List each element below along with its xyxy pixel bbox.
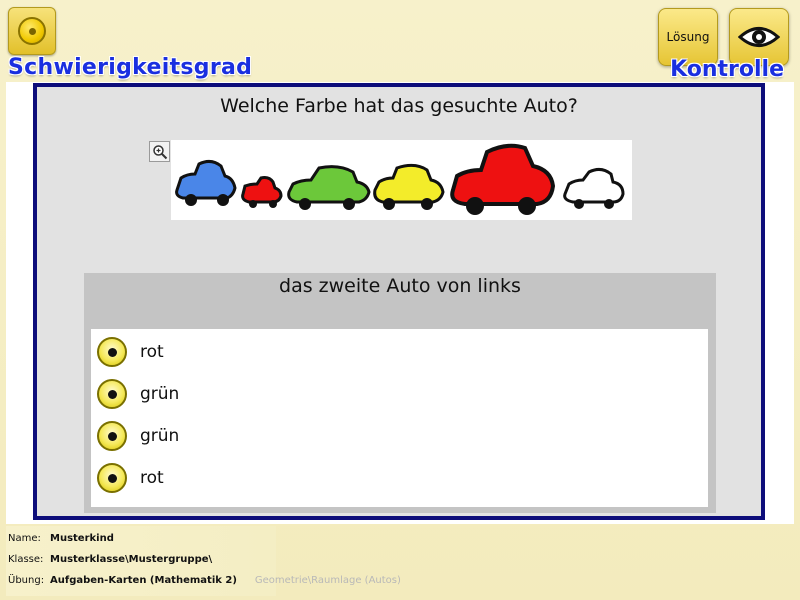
answer-panel: das zweite Auto von links rot grün grün … bbox=[84, 273, 716, 513]
eye-icon bbox=[738, 27, 780, 47]
cars-drawing bbox=[175, 143, 625, 215]
exercise-path: Geometrie\Raumlage (Autos) bbox=[254, 575, 401, 586]
class-label: Klasse: bbox=[8, 554, 44, 565]
car-white bbox=[563, 167, 625, 209]
exercise-value: Aufgaben-Karten (Mathematik 2) bbox=[50, 575, 237, 586]
class-value: Musterklasse\Mustergruppe\ bbox=[50, 554, 213, 565]
option-label: rot bbox=[140, 342, 164, 362]
name-value: Musterkind bbox=[50, 533, 114, 544]
radio-button-icon[interactable] bbox=[97, 463, 127, 493]
car-blue bbox=[175, 159, 237, 206]
cars-image bbox=[171, 140, 632, 220]
name-label: Name: bbox=[8, 533, 41, 544]
car-red-small bbox=[241, 176, 283, 208]
difficulty-button[interactable] bbox=[8, 7, 56, 55]
exercise-label: Übung: bbox=[8, 575, 45, 586]
radio-button-icon[interactable] bbox=[97, 421, 127, 451]
question-text: Welche Farbe hat das gesuchte Auto? bbox=[220, 95, 578, 117]
answer-prompt: das zweite Auto von links bbox=[279, 275, 521, 297]
car-red-large bbox=[450, 143, 556, 215]
option-2[interactable]: grün bbox=[97, 377, 697, 411]
option-label: rot bbox=[140, 468, 164, 488]
option-1[interactable]: rot bbox=[97, 335, 697, 369]
option-4[interactable]: rot bbox=[97, 461, 697, 495]
footer-exercise-row: Übung: Aufgaben-Karten (Mathematik 2) Ge… bbox=[8, 575, 401, 586]
exercise-card: Welche Farbe hat das gesuchte Auto? das … bbox=[33, 83, 765, 520]
footer-class-row: Klasse: Musterklasse\Mustergruppe\ bbox=[8, 554, 212, 565]
magnifier-zoom-icon bbox=[152, 144, 167, 159]
option-label: grün bbox=[140, 426, 180, 446]
solution-button-label: Lösung bbox=[666, 30, 710, 44]
option-label: grün bbox=[140, 384, 180, 404]
zoom-button[interactable] bbox=[149, 141, 170, 162]
radio-button-icon[interactable] bbox=[97, 379, 127, 409]
option-3[interactable]: grün bbox=[97, 419, 697, 453]
car-green bbox=[287, 165, 371, 210]
car-yellow bbox=[373, 163, 445, 210]
radio-button-icon[interactable] bbox=[97, 337, 127, 367]
difficulty-label: Schwierigkeitsgrad bbox=[8, 55, 253, 80]
coin-icon bbox=[18, 17, 46, 45]
footer-name-row: Name: Musterkind bbox=[8, 533, 114, 544]
check-label: Kontrolle bbox=[670, 57, 784, 82]
options-list: rot grün grün rot bbox=[91, 329, 708, 507]
